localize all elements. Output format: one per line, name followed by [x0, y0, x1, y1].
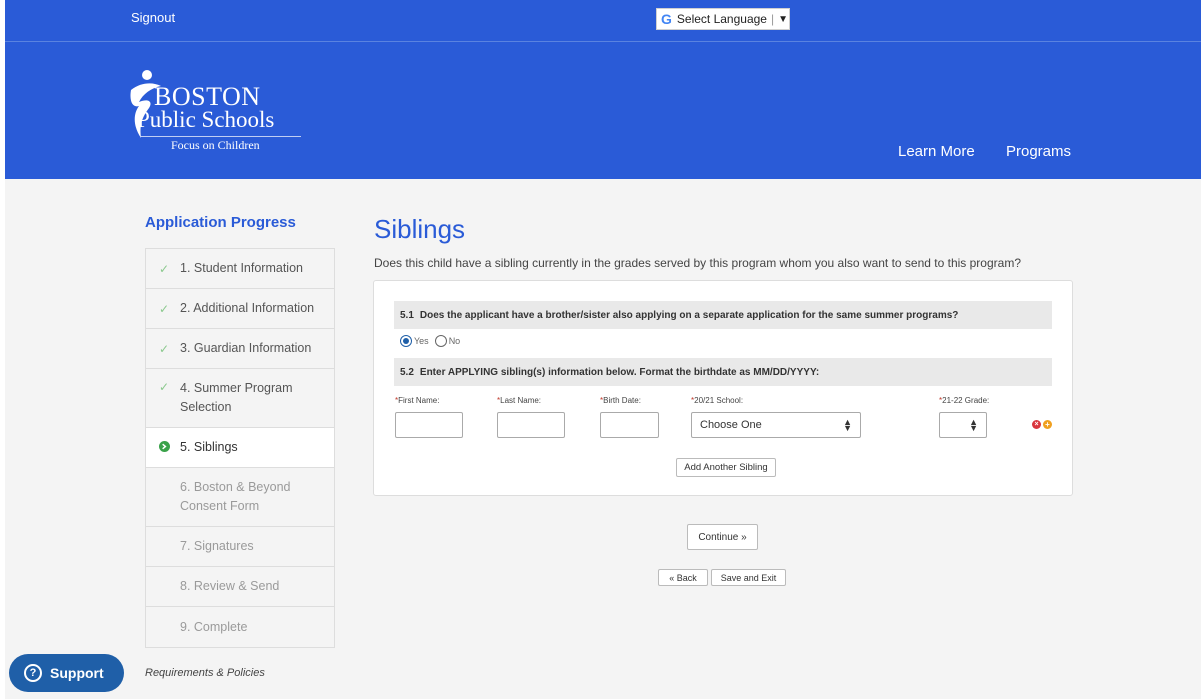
language-selector[interactable]: G Select Language | ▼ [656, 8, 790, 30]
step-complete: 9. Complete [146, 607, 334, 647]
question-5-1: 5.1 Does the applicant have a brother/si… [394, 301, 1052, 329]
logo-divider [141, 136, 301, 137]
school-select[interactable]: Choose One ▲ ▼ [691, 412, 861, 438]
step-label: 7. Signatures [180, 539, 254, 553]
first-name-label-text: First Name: [398, 396, 440, 405]
checkmark-icon: ✓ [159, 341, 170, 356]
bps-logo[interactable]: BOSTON Public Schools Focus on Children [127, 68, 307, 158]
last-name-label-text: Last Name: [500, 396, 542, 405]
step-label: 3. Guardian Information [180, 341, 312, 355]
checkmark-icon: ✓ [159, 261, 170, 276]
step-boston-beyond-consent: 6. Boston & Beyond Consent Form [146, 468, 334, 527]
siblings-form-card: 5.1 Does the applicant have a brother/si… [373, 280, 1073, 496]
siblings-intro-text: Does this child have a sibling currently… [374, 256, 1021, 270]
logo-tagline: Focus on Children [171, 138, 260, 152]
radio-yes-label: Yes [414, 336, 429, 346]
support-label: Support [50, 665, 104, 681]
question-circle-icon: ? [24, 664, 42, 682]
site-header: Signout G Select Language | ▼ BOSTON Pub… [5, 0, 1201, 179]
first-name-input[interactable] [395, 412, 463, 438]
continue-button[interactable]: Continue » [687, 524, 758, 550]
checkmark-icon: ✓ [159, 380, 170, 394]
sibling-applying-radio-group: Yes No [400, 335, 466, 347]
arrow-circle-right-icon [159, 440, 175, 455]
step-label: 6. Boston & Beyond Consent Form [180, 480, 291, 513]
page-title: Siblings [374, 214, 466, 244]
school-label: *20/21 School: [691, 396, 743, 405]
step-label: 4. Summer Program Selection [180, 381, 293, 414]
first-name-label: *First Name: [395, 396, 439, 405]
step-label: 8. Review & Send [180, 579, 280, 593]
grade-select[interactable]: ▲ ▼ [939, 412, 987, 438]
language-selector-label: Select Language [676, 12, 767, 26]
question-number: 5.2 [400, 366, 414, 378]
nav-learn-more[interactable]: Learn More [898, 143, 975, 160]
school-label-text: 20/21 School: [694, 396, 744, 405]
step-siblings[interactable]: 5. Siblings [146, 428, 334, 468]
step-label: 1. Student Information [180, 261, 303, 275]
step-summer-program-selection[interactable]: ✓ 4. Summer Program Selection [146, 369, 334, 428]
page: Signout G Select Language | ▼ BOSTON Pub… [5, 0, 1201, 699]
birth-date-input[interactable] [600, 412, 659, 438]
step-student-information[interactable]: ✓ 1. Student Information [146, 249, 334, 289]
question-text: Enter APPLYING sibling(s) information be… [419, 366, 820, 378]
top-bar: Signout G Select Language | ▼ [5, 0, 1201, 42]
radio-no[interactable] [434, 335, 447, 347]
step-additional-information[interactable]: ✓ 2. Additional Information [146, 289, 334, 329]
birth-date-label: *Birth Date: [600, 396, 641, 405]
select-caret-icon: ▲ ▼ [843, 417, 852, 433]
back-button[interactable]: « Back [658, 569, 708, 586]
support-button[interactable]: ? Support [9, 654, 124, 692]
last-name-label: *Last Name: [497, 396, 541, 405]
select-caret-icon: ▲ ▼ [969, 417, 978, 433]
dropdown-arrow-icon: ▼ [778, 13, 788, 25]
radio-yes[interactable] [400, 335, 412, 347]
radio-no-label: No [448, 336, 461, 346]
checkmark-icon: ✓ [159, 301, 170, 316]
save-and-exit-button[interactable]: Save and Exit [711, 569, 786, 586]
last-name-input[interactable] [497, 412, 565, 438]
application-progress-title: Application Progress [145, 214, 296, 231]
step-label: 2. Additional Information [180, 301, 315, 315]
nav-programs[interactable]: Programs [1006, 143, 1071, 160]
step-signatures: 7. Signatures [146, 527, 334, 567]
step-label: 5. Siblings [180, 440, 238, 454]
language-selector-divider: | [770, 12, 775, 26]
step-guardian-information[interactable]: ✓ 3. Guardian Information [146, 329, 334, 369]
add-sibling-icon[interactable]: + [1043, 420, 1052, 429]
requirements-policies-link[interactable]: Requirements & Policies [145, 667, 265, 679]
remove-sibling-icon[interactable]: × [1032, 420, 1041, 429]
signout-link[interactable]: Signout [131, 10, 175, 25]
step-label: 9. Complete [180, 619, 248, 634]
logo-wordmark-public-schools: Public Schools [137, 107, 275, 132]
add-another-sibling-button[interactable]: Add Another Sibling [676, 458, 776, 477]
birth-date-label-text: Birth Date: [603, 396, 641, 405]
grade-label-text: 21-22 Grade: [942, 396, 990, 405]
step-review-send: 8. Review & Send [146, 567, 334, 607]
question-5-2: 5.2 Enter APPLYING sibling(s) informatio… [394, 358, 1052, 386]
progress-steps-list: ✓ 1. Student Information ✓ 2. Additional… [145, 248, 335, 648]
grade-label: *21-22 Grade: [939, 396, 989, 405]
school-select-value: Choose One [700, 419, 762, 431]
google-g-icon: G [661, 11, 672, 27]
question-text: Does the applicant have a brother/sister… [419, 309, 959, 321]
question-number: 5.1 [400, 309, 414, 321]
